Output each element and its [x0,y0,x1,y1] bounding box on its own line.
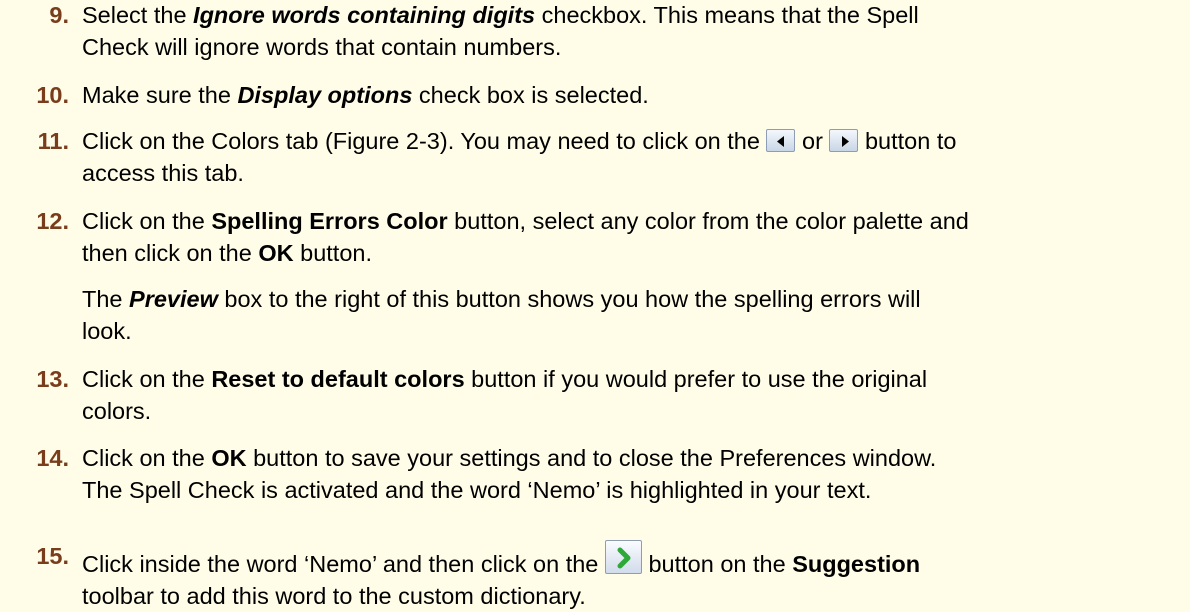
step-text: Click on the Reset to default colors but… [82,366,928,424]
step-text: Click on the OK button to save your sett… [82,445,937,471]
add-to-dictionary-button [604,540,642,574]
scroll-left-icon [777,136,785,147]
scroll-right-button [829,129,859,152]
add-to-dictionary-icon [617,547,631,569]
step-text: Click on the Spelling Errors Color butto… [82,208,969,266]
step-number: 12. [36,208,69,234]
toolbar-name: Suggestion [792,551,921,577]
button-name: OK [258,240,294,266]
scroll-left-button [766,129,796,152]
scroll-right-icon [842,136,850,147]
preview-note: The Preview box to the right of this but… [82,286,921,344]
step-number: 14. [36,445,69,471]
step-number: 15. [36,543,69,569]
step-text: Make sure the Display options check box … [82,82,649,108]
option-name: Display options [237,82,413,108]
step-number: 9. [49,2,69,28]
step-text: Click on the Colors tab (Figure 2-3). Yo… [82,128,957,186]
step-number: 13. [36,366,69,392]
button-name: OK [211,445,247,471]
step-number: 10. [36,82,69,108]
step-text: Click inside the word ‘Nemo’ and then cl… [82,540,1182,612]
option-name: Ignore words containing digits [193,2,536,28]
button-name: Spelling Errors Color [211,208,448,234]
step-text: Select the Ignore words containing digit… [82,2,919,60]
button-name: Reset to default colors [211,366,465,392]
activated-note: The Spell Check is activated and the wor… [82,477,872,503]
option-name: Preview [129,286,218,312]
step-number: 11. [37,128,69,154]
